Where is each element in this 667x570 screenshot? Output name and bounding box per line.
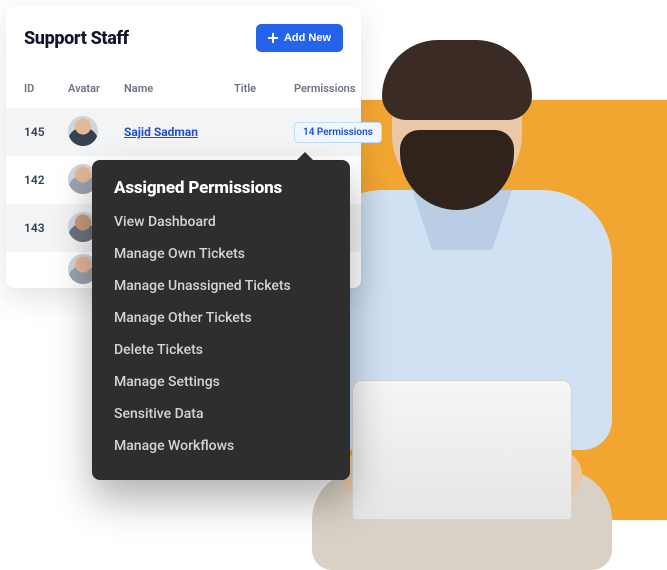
card-title: Support Staff (24, 28, 129, 49)
permission-item[interactable]: View Dashboard (114, 206, 328, 238)
avatar (68, 116, 98, 146)
row-id: 142 (24, 173, 68, 187)
permission-item[interactable]: Manage Settings (114, 366, 328, 398)
permission-item[interactable]: Sensitive Data (114, 398, 328, 430)
permission-item[interactable]: Delete Tickets (114, 334, 328, 366)
permission-item[interactable]: Manage Workflows (114, 430, 328, 462)
col-avatar: Avatar (68, 82, 124, 95)
card-header: Support Staff Add New (6, 24, 361, 68)
permission-item[interactable]: Manage Other Tickets (114, 302, 328, 334)
table-row[interactable]: 145 Sajid Sadman 14 Permissions (6, 108, 361, 156)
col-name: Name (124, 82, 234, 95)
plus-icon (268, 33, 278, 43)
staff-name-link[interactable]: Sajid Sadman (124, 125, 198, 139)
row-id: 143 (24, 221, 68, 235)
row-avatar (68, 116, 124, 149)
row-id: 145 (24, 125, 68, 139)
table-header-row: ID Avatar Name Title Permissions (6, 68, 361, 108)
add-new-button[interactable]: Add New (256, 24, 343, 52)
permissions-popover: Assigned Permissions View Dashboard Mana… (92, 160, 350, 480)
popover-title: Assigned Permissions (114, 178, 328, 198)
add-new-label: Add New (284, 32, 331, 44)
col-permissions: Permissions (294, 82, 379, 95)
col-title: Title (234, 82, 294, 95)
permission-item[interactable]: Manage Unassigned Tickets (114, 270, 328, 302)
permission-item[interactable]: Manage Own Tickets (114, 238, 328, 270)
col-id: ID (24, 82, 68, 95)
permissions-badge[interactable]: 14 Permissions (294, 122, 382, 143)
